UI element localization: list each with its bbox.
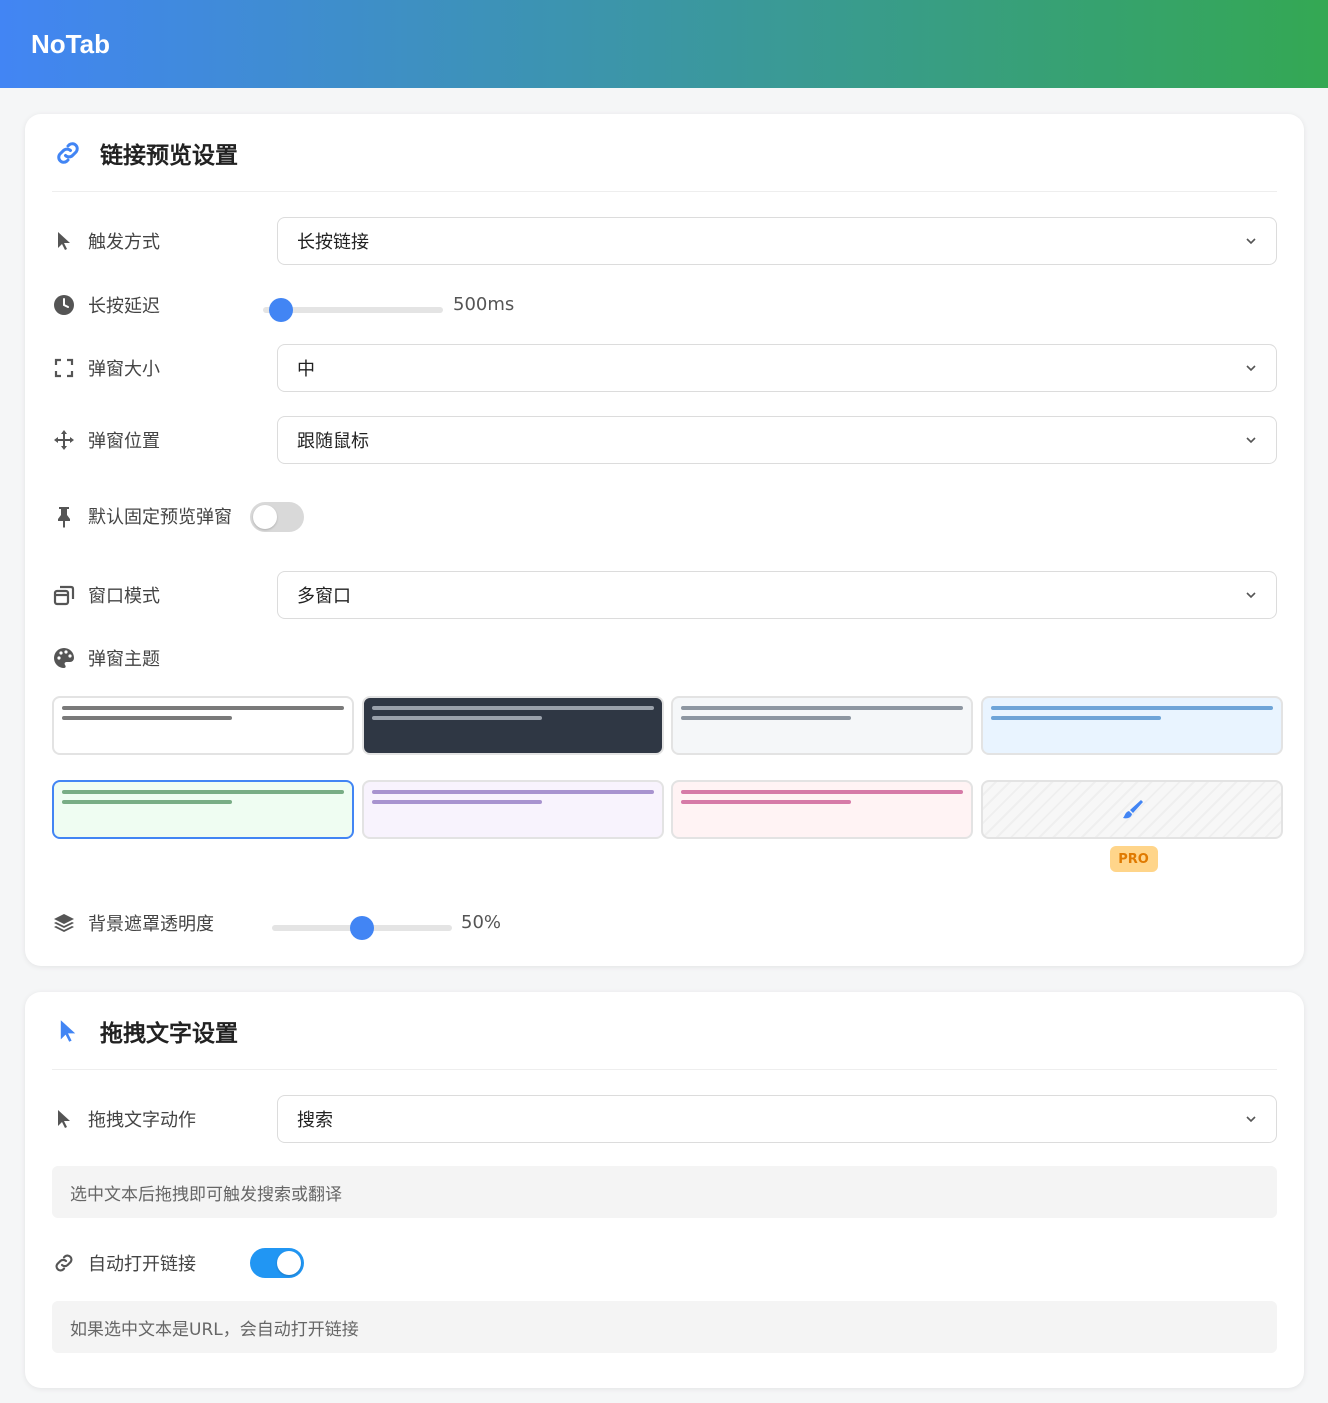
theme-preview-line [62,800,232,804]
card-header: 链接预览设置 [52,114,1277,192]
trigger-row: 触发方式 长按链接 [52,217,1277,265]
size-label: 弹窗大小 [88,359,160,380]
pointer-icon [52,1107,76,1131]
theme-option-gray[interactable] [671,696,973,755]
layers-icon [52,911,76,935]
size-value: 中 [297,359,315,380]
auto-open-label: 自动打开链接 [88,1254,196,1275]
drag-action-label: 拖拽文字动作 [88,1110,196,1131]
theme-preview-line [371,790,654,794]
delay-slider-thumb[interactable] [269,298,293,322]
move-icon [52,428,76,452]
theme-option-light[interactable] [52,696,354,755]
theme-preview-line [371,706,654,710]
theme-preview-line [990,706,1273,710]
pointer-icon [52,229,76,253]
theme-label: 弹窗主题 [88,649,160,670]
link-icon [52,137,84,169]
drag-text-settings-card: 拖拽文字设置 拖拽文字动作 搜索 选中文本后拖拽即可触发搜索或翻译 自动打开链接 [25,992,1304,1388]
window-mode-row: 窗口模式 多窗口 [52,571,1277,619]
app-header: NoTab [0,0,1328,88]
theme-preview-line [681,716,851,720]
size-row: 弹窗大小 中 [52,344,1277,392]
chevron-down-icon [1246,238,1256,245]
paintbrush-icon [1121,798,1145,822]
overlay-row: 背景遮罩透明度 [52,907,1277,939]
theme-preview-line [371,800,542,804]
window-icon [52,583,76,607]
delay-value: 500ms [453,294,515,315]
card-header: 拖拽文字设置 [52,992,1277,1070]
overlay-value: 50% [461,912,502,933]
size-select[interactable]: 中 [277,344,1277,392]
chevron-down-icon [1246,365,1256,372]
chevron-down-icon [1246,437,1256,444]
drag-action-value: 搜索 [297,1110,333,1131]
auto-open-toggle[interactable] [250,1248,304,1278]
chevron-down-icon [1246,1116,1256,1123]
link-icon [52,1251,76,1275]
theme-option-green[interactable] [52,780,354,839]
theme-option-dark[interactable] [361,696,664,755]
trigger-label: 触发方式 [88,232,160,253]
theme-grid: PRO [52,696,1283,876]
overlay-slider[interactable] [272,916,452,940]
palette-icon [52,646,76,670]
chevron-down-icon [1246,592,1256,599]
drag-action-row: 拖拽文字动作 搜索 [52,1095,1277,1143]
pro-badge: PRO [1109,846,1158,872]
theme-option-custom[interactable] [980,780,1283,839]
auto-open-hint: 如果选中文本是URL，会自动打开链接 [52,1301,1277,1353]
auto-open-row: 自动打开链接 [52,1247,1277,1279]
pin-row: 默认固定预览弹窗 [52,488,1277,546]
pin-toggle[interactable] [250,502,304,532]
position-row: 弹窗位置 跟随鼠标 [52,416,1277,464]
expand-icon [52,356,76,380]
window-mode-value: 多窗口 [297,586,351,607]
theme-row: 弹窗主题 [52,642,1277,674]
theme-preview-line [681,790,963,794]
clock-icon [52,293,76,317]
position-value: 跟随鼠标 [297,431,369,452]
overlay-label: 背景遮罩透明度 [88,914,214,935]
delay-slider[interactable] [263,298,443,322]
link-preview-settings-card: 链接预览设置 触发方式 长按链接 长按延迟 500ms 弹窗大小 中 弹窗位置 … [25,114,1304,966]
trigger-value: 长按链接 [297,232,369,253]
theme-preview-line [62,716,232,720]
theme-preview-line [681,706,963,710]
position-select[interactable]: 跟随鼠标 [277,416,1277,464]
delay-row: 长按延迟 [52,289,1277,321]
trigger-select[interactable]: 长按链接 [277,217,1277,265]
app-title: NoTab [31,28,110,59]
toggle-knob [277,1251,301,1275]
toggle-knob [253,505,277,529]
window-mode-label: 窗口模式 [88,586,160,607]
theme-option-pink[interactable] [671,780,973,839]
pin-icon [52,505,76,529]
position-label: 弹窗位置 [88,431,160,452]
drag-action-hint: 选中文本后拖拽即可触发搜索或翻译 [52,1166,1277,1218]
pointer-icon [52,1015,84,1047]
theme-preview-line [990,716,1161,720]
theme-preview-line [62,790,344,794]
pin-label: 默认固定预览弹窗 [88,506,232,528]
overlay-slider-thumb[interactable] [350,916,374,940]
card-title: 链接预览设置 [100,142,238,169]
theme-preview-line [371,716,542,720]
window-mode-select[interactable]: 多窗口 [277,571,1277,619]
drag-action-select[interactable]: 搜索 [277,1095,1277,1143]
card-title: 拖拽文字设置 [100,1020,238,1047]
theme-option-purple[interactable] [361,780,664,839]
delay-label: 长按延迟 [88,296,160,317]
theme-preview-line [681,800,851,804]
theme-preview-line [62,706,344,710]
theme-option-blue[interactable] [980,696,1283,755]
